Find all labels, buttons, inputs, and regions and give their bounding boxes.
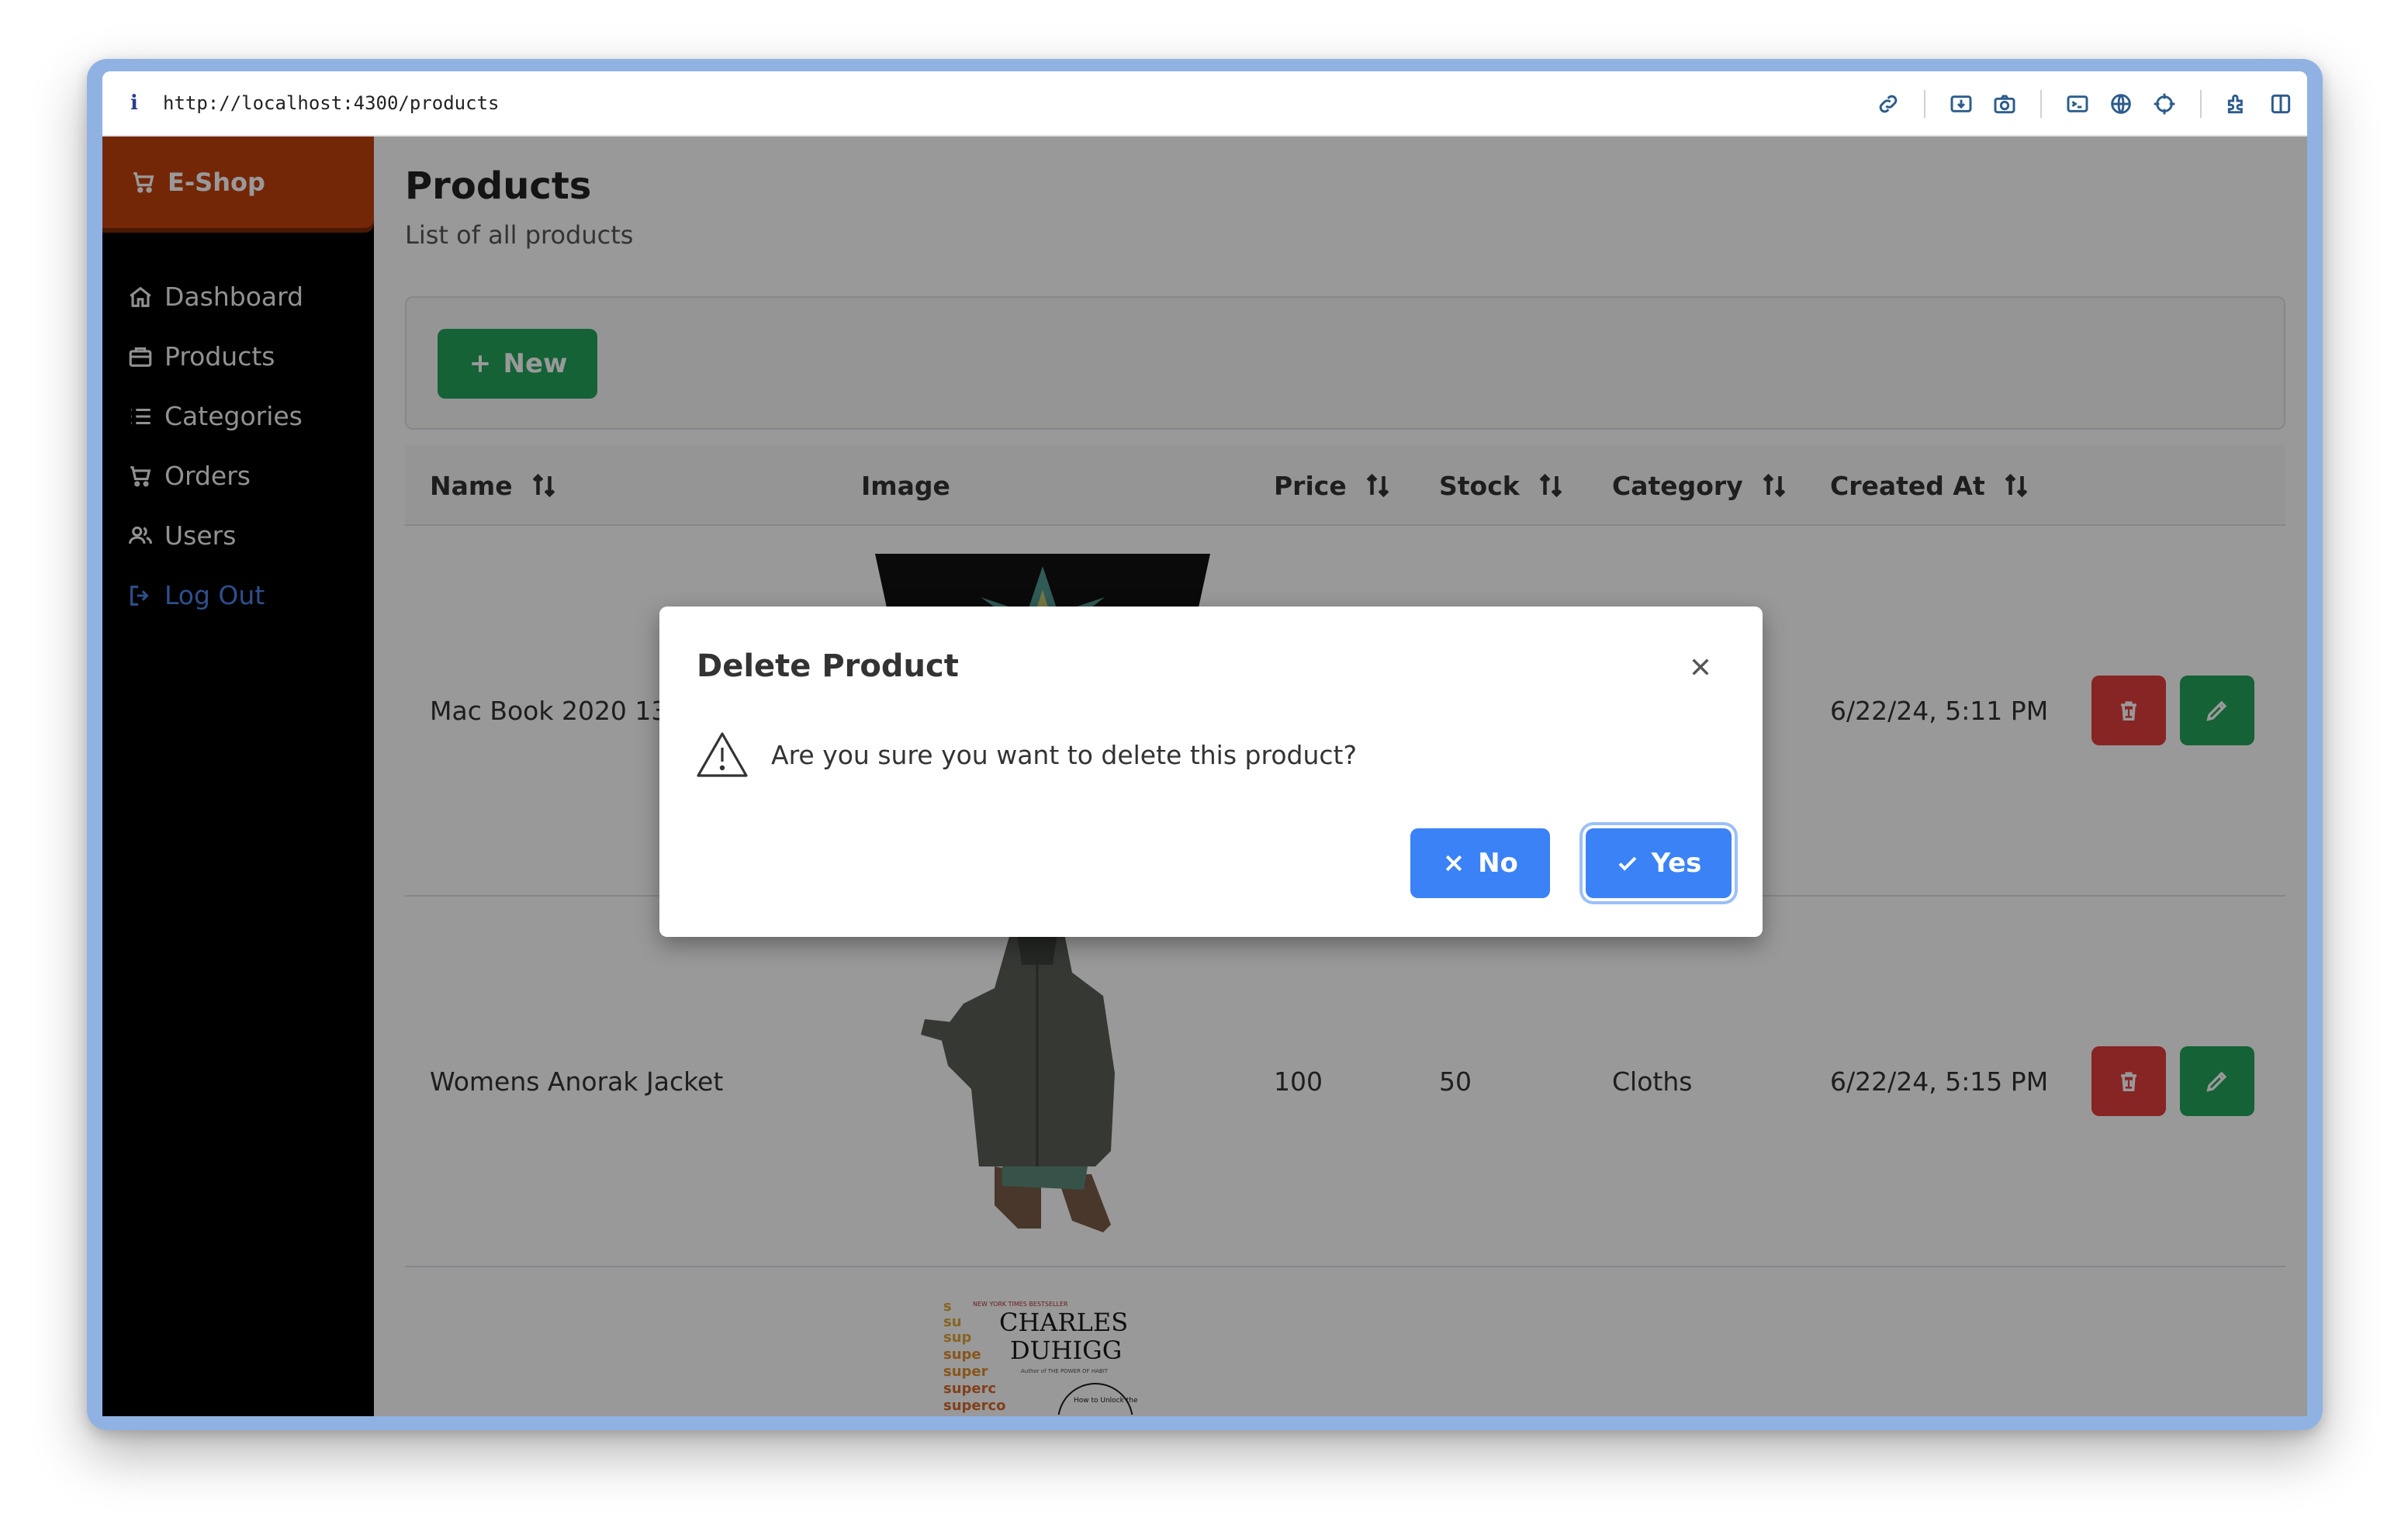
yes-button[interactable]: Yes (1586, 828, 1732, 898)
toolbar-divider (2200, 90, 2202, 118)
url-text[interactable]: http://localhost:4300/products (163, 92, 499, 114)
info-icon[interactable]: i (130, 92, 154, 115)
toolbar-divider (1924, 90, 1925, 118)
dialog-message: Are you sure you want to delete this pro… (771, 740, 1357, 770)
dialog-title: Delete Product (697, 648, 959, 684)
terminal-icon[interactable] (2064, 90, 2091, 118)
download-icon[interactable] (1947, 90, 1975, 118)
globe-icon[interactable] (2107, 90, 2135, 118)
address-bar[interactable]: i http://localhost:4300/products (102, 71, 2307, 137)
check-icon (1618, 856, 1637, 871)
browser-window: i http://localhost:4300/products E-Shop … (102, 71, 2307, 1416)
close-icon[interactable] (1687, 653, 1714, 681)
split-view-icon[interactable] (2267, 90, 2295, 118)
camera-icon[interactable] (1991, 90, 2019, 118)
crosshair-icon[interactable] (2150, 90, 2178, 118)
yes-button-label: Yes (1651, 848, 1702, 879)
link-icon[interactable] (1874, 90, 1902, 118)
no-button[interactable]: No (1410, 828, 1550, 898)
extension-icon[interactable] (2223, 90, 2251, 118)
delete-product-dialog: Delete Product Are you sure you want to … (659, 607, 1763, 937)
x-icon (1445, 855, 1462, 872)
warning-icon (695, 731, 749, 779)
browser-toolbar (1874, 71, 2295, 137)
toolbar-divider (2040, 90, 2042, 118)
no-button-label: No (1478, 848, 1518, 879)
